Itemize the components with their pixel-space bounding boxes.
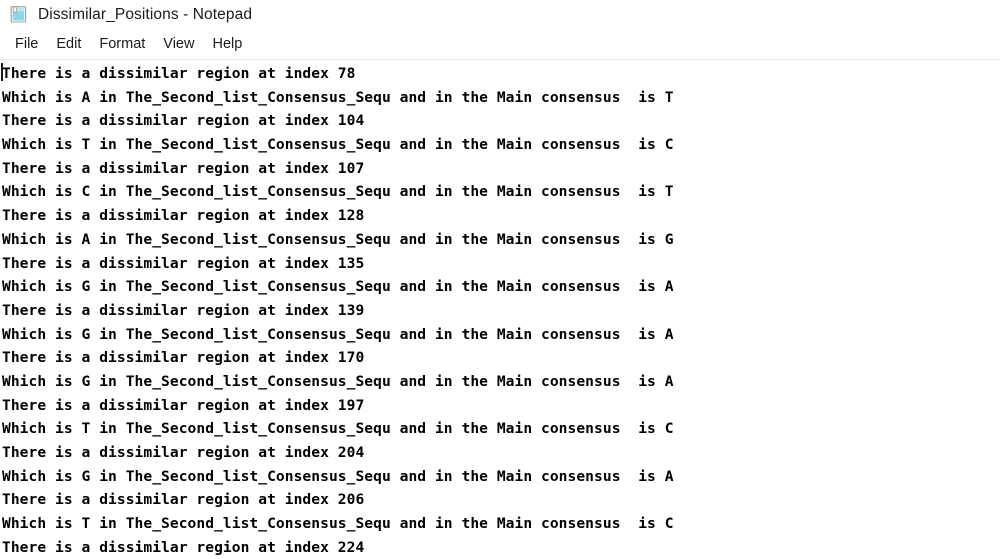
document-line: There is a dissimilar region at index 19… <box>2 396 365 414</box>
document-line: There is a dissimilar region at index 22… <box>2 538 365 556</box>
document-line: Which is G in The_Second_list_Consensus_… <box>2 467 674 485</box>
document-line: Which is T in The_Second_list_Consensus_… <box>2 515 674 533</box>
document-line: There is a dissimilar region at index 13… <box>2 254 365 272</box>
text-editor-area[interactable]: There is a dissimilar region at index 78… <box>0 60 1000 559</box>
document-line: Which is G in The_Second_list_Consensus_… <box>2 372 674 390</box>
document-line: Which is A in The_Second_list_Consensus_… <box>2 88 674 106</box>
document-line: There is a dissimilar region at index 10… <box>2 159 365 177</box>
document-line: There is a dissimilar region at index 10… <box>2 112 365 130</box>
menu-item-format[interactable]: Format <box>90 34 154 55</box>
document-line: Which is T in The_Second_list_Consensus_… <box>2 420 674 438</box>
document-text[interactable]: There is a dissimilar region at index 78… <box>0 62 1000 559</box>
menu-bar: File Edit Format View Help <box>0 30 1000 59</box>
document-line: There is a dissimilar region at index 78 <box>2 65 356 82</box>
document-line: There is a dissimilar region at index 12… <box>2 207 365 225</box>
document-line: Which is C in The_Second_list_Consensus_… <box>2 183 674 201</box>
document-line: There is a dissimilar region at index 13… <box>2 301 365 319</box>
notepad-icon <box>10 6 27 23</box>
menu-item-file[interactable]: File <box>6 34 47 55</box>
document-line: There is a dissimilar region at index 17… <box>2 349 365 367</box>
window-title: Dissimilar_Positions - Notepad <box>38 6 253 23</box>
notepad-window: Dissimilar_Positions - Notepad File Edit… <box>0 0 1000 559</box>
menu-item-edit[interactable]: Edit <box>47 34 90 55</box>
menu-item-view[interactable]: View <box>154 34 203 55</box>
menu-item-help[interactable]: Help <box>203 34 251 55</box>
document-line: Which is G in The_Second_list_Consensus_… <box>2 278 674 296</box>
document-line: Which is G in The_Second_list_Consensus_… <box>2 325 674 343</box>
document-line: There is a dissimilar region at index 20… <box>2 491 365 509</box>
document-line: There is a dissimilar region at index 20… <box>2 444 365 461</box>
document-line: Which is T in The_Second_list_Consensus_… <box>2 136 674 154</box>
document-line: Which is A in The_Second_list_Consensus_… <box>2 230 674 248</box>
title-bar: Dissimilar_Positions - Notepad <box>0 0 1000 30</box>
